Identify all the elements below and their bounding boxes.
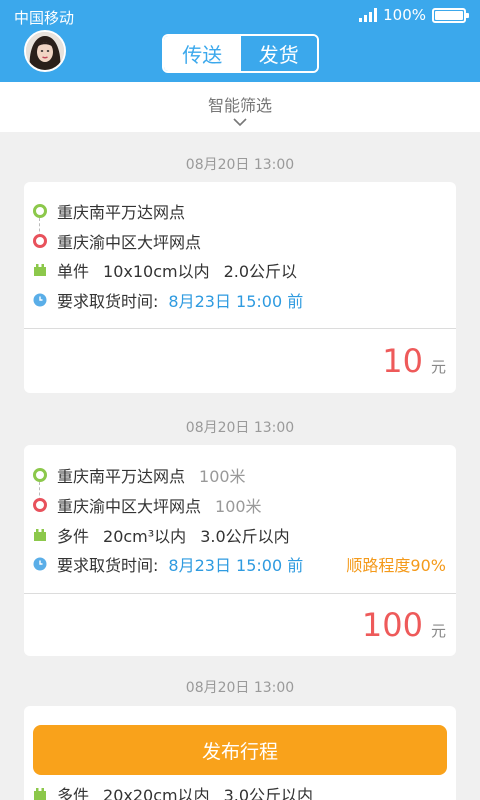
status-bar: 中国移动 100% [0, 0, 480, 32]
origin-pin-icon [33, 468, 47, 482]
app-header: 中国移动 100% 传送 发货 [0, 0, 480, 82]
destination-distance: 100米 [215, 497, 262, 516]
package-count: 多件 [57, 786, 90, 800]
pickup-row: 要求取货时间: 8月23日 15:00 前 [24, 288, 456, 312]
pickup-label: 要求取货时间: [57, 556, 159, 575]
status-indicators: 100% [359, 6, 469, 24]
package-row: 多件 20cm³以内 3.0公斤以内 [24, 523, 456, 547]
battery-fill [435, 10, 463, 20]
destination-name: 重庆渝中区大坪网点 [57, 233, 202, 252]
origin-name: 重庆南平万达网点 [57, 467, 186, 486]
package-icon [34, 264, 46, 276]
route-match: 顺路程度90% [346, 556, 446, 575]
pickup-time: 8月23日 15:00 前 [168, 556, 304, 575]
clock-icon [33, 557, 47, 571]
order-card[interactable]: 重庆南平万达网点 重庆渝中区大坪网点 单件 10x10cm以内 2.0公斤以 要… [24, 182, 456, 393]
order-date: 08月20日 13:00 [185, 680, 295, 696]
origin-row: 重庆南平万达网点 [24, 199, 456, 223]
chevron-down-icon [233, 118, 247, 127]
divider [24, 593, 456, 594]
smart-filter-label: 智能筛选 [207, 96, 272, 115]
order-card[interactable]: 重庆南平万达网点 100米 重庆渝中区大坪网点 100米 多件 20cm³以内 … [24, 445, 456, 656]
mode-toggle: 传送 发货 [162, 34, 319, 73]
divider [24, 328, 456, 329]
package-weight: 2.0公斤以 [223, 262, 298, 281]
tab-ship[interactable]: 发货 [240, 36, 317, 71]
price: 10 元 [382, 342, 446, 380]
origin-pin-icon [33, 204, 47, 218]
price-value: 10 [382, 342, 423, 380]
publish-trip-button[interactable]: 发布行程 [33, 725, 447, 775]
package-weight: 3.0公斤以内 [200, 527, 290, 546]
pickup-label: 要求取货时间: [57, 292, 159, 311]
origin-row: 重庆南平万达网点 100米 [24, 463, 456, 487]
avatar[interactable] [24, 30, 66, 72]
battery-icon [432, 7, 469, 23]
origin-distance: 100米 [199, 467, 246, 486]
package-count: 多件 [57, 527, 90, 546]
avatar-image [26, 32, 64, 70]
price: 100 元 [362, 606, 446, 644]
order-date: 08月20日 13:00 [185, 420, 295, 436]
pickup-row: 要求取货时间: 8月23日 15:00 前 顺路程度90% [24, 552, 456, 576]
destination-row: 重庆渝中区大坪网点 100米 [24, 493, 456, 517]
package-size: 20x20cm以内 [103, 786, 210, 800]
package-weight: 3.0公斤以内 [223, 786, 314, 800]
destination-pin-icon [33, 234, 47, 248]
price-value: 100 [361, 606, 423, 644]
package-icon [34, 788, 46, 800]
package-icon [34, 529, 46, 541]
carrier-name: 中国移动 [14, 9, 75, 27]
destination-row: 重庆渝中区大坪网点 [24, 229, 456, 253]
package-size: 10x10cm以内 [103, 262, 210, 281]
package-count: 单件 [57, 262, 90, 281]
price-unit: 元 [430, 622, 446, 640]
tab-transfer[interactable]: 传送 [164, 36, 241, 71]
package-row: 多件 20x20cm以内 3.0公斤以内 [24, 782, 456, 800]
clock-icon [33, 293, 47, 307]
origin-name: 重庆南平万达网点 [57, 203, 186, 222]
order-date: 08月20日 13:00 [185, 157, 295, 173]
smart-filter-bar[interactable]: 智能筛选 [0, 82, 480, 132]
price-unit: 元 [430, 358, 446, 376]
package-size: 20cm³以内 [103, 527, 187, 546]
pickup-time: 8月23日 15:00 前 [168, 292, 304, 311]
destination-name: 重庆渝中区大坪网点 [57, 497, 202, 516]
battery-percent: 100% [383, 6, 426, 24]
package-row: 单件 10x10cm以内 2.0公斤以 [24, 258, 456, 282]
signal-icon [359, 8, 378, 22]
destination-pin-icon [33, 498, 47, 512]
